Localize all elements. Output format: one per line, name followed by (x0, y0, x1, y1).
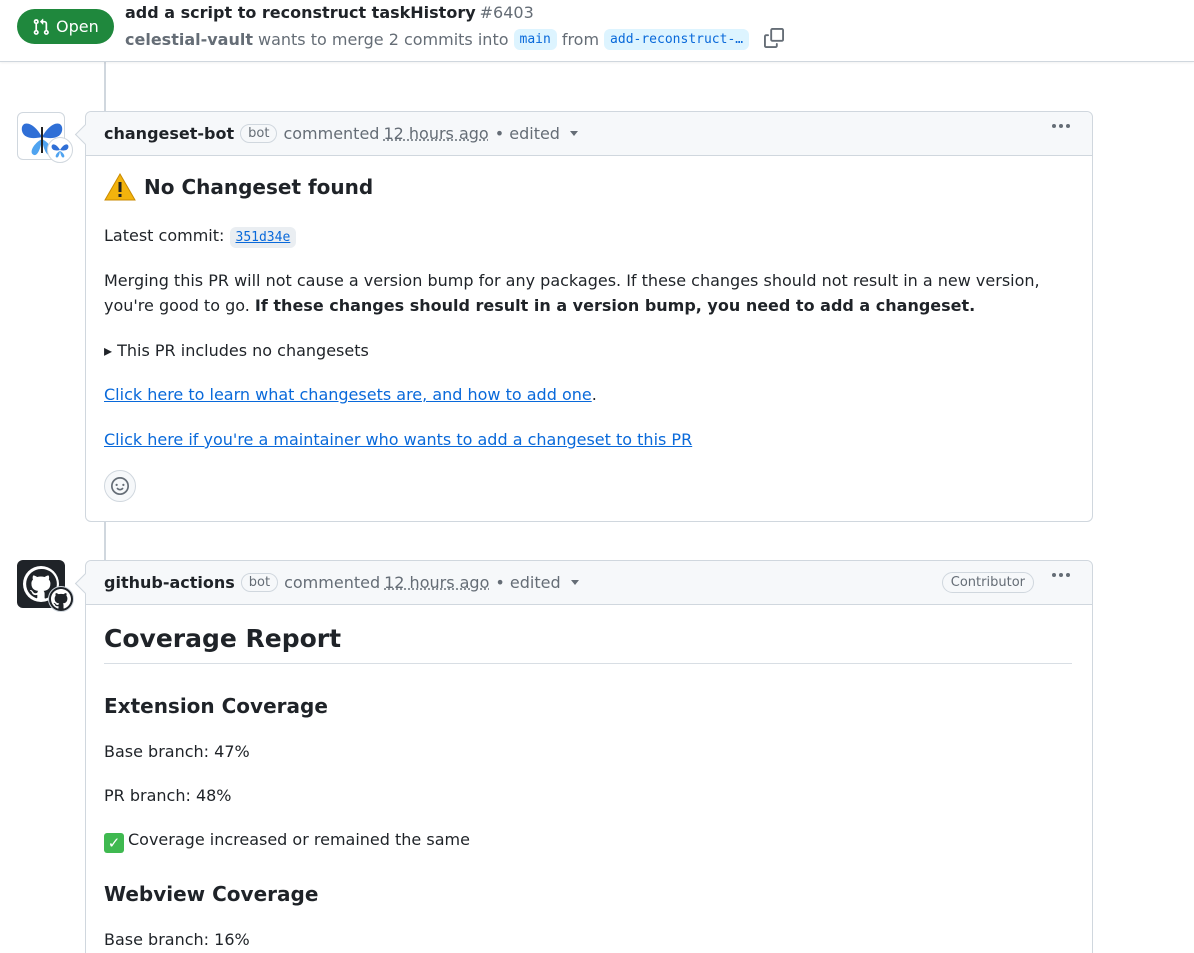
comment-action: commented (284, 573, 381, 592)
webview-base-branch: Base branch: 16% (104, 930, 250, 949)
maintainer-link-line: Click here if you're a maintainer who wa… (104, 427, 692, 452)
comment-changeset-bot: changeset-bot bot commented 12 hours ago… (85, 111, 1093, 522)
timeline-line (104, 521, 106, 561)
pr-number: #6403 (479, 3, 534, 22)
check-mark-icon: ✓ (104, 833, 124, 853)
pr-title: add a script to reconstruct taskHistory #… (125, 3, 534, 22)
comment-heading: No Changeset found (104, 172, 373, 202)
comment-header: github-actions bot commented 12 hours ag… (86, 561, 1092, 605)
latest-commit-label: Latest commit: (104, 226, 225, 245)
extension-status: ✓ Coverage increased or remained the same (104, 827, 470, 853)
avatar-github-actions[interactable] (17, 560, 74, 612)
pr-state-label: Open (56, 17, 99, 36)
comment-header: changeset-bot bot commented 12 hours ago… (86, 112, 1092, 156)
commit-sha-link[interactable]: 351d34e (229, 227, 297, 248)
bot-label: bot (240, 124, 278, 143)
comment-github-actions: github-actions bot commented 12 hours ag… (85, 560, 1093, 953)
pr-state-badge: Open (17, 9, 114, 44)
status-text: Coverage increased or remained the same (128, 830, 470, 849)
pr-title-text[interactable]: add a script to reconstruct taskHistory (125, 3, 476, 22)
learn-changesets-link[interactable]: Click here to learn what changesets are,… (104, 385, 592, 404)
avatar-badge (47, 137, 73, 163)
chevron-down-icon[interactable] (569, 131, 578, 136)
link-suffix: . (591, 385, 597, 404)
kebab-horizontal-icon[interactable] (1052, 124, 1070, 128)
merge-text: wants to merge 2 commits into (258, 29, 509, 49)
avatar-changeset-bot[interactable] (17, 112, 73, 163)
butterfly-icon (51, 144, 69, 158)
paragraph-bold-text: If these changes should result in a vers… (254, 296, 976, 315)
timeline-line (104, 62, 106, 112)
copy-branch-button[interactable] (764, 28, 786, 50)
details-toggle[interactable]: ▸ This PR includes no changesets (104, 338, 369, 363)
comment-author[interactable]: changeset-bot (104, 124, 234, 143)
base-branch[interactable]: main (513, 28, 557, 50)
contributor-badge: Contributor (941, 572, 1034, 593)
add-reaction-button[interactable] (104, 470, 136, 502)
extension-coverage-heading: Extension Coverage (104, 694, 328, 718)
pr-author-link[interactable]: celestial-vault (125, 30, 253, 49)
avatar-badge (48, 586, 74, 612)
extension-base-branch: Base branch: 47% (104, 742, 250, 761)
add-changeset-link[interactable]: Click here if you're a maintainer who wa… (104, 430, 692, 449)
latest-commit-line: Latest commit: 351d34e (104, 223, 297, 250)
extension-pr-branch: PR branch: 48% (104, 786, 232, 805)
comment-action: commented (283, 124, 380, 143)
pr-merge-info: celestial-vault wants to merge 2 commits… (125, 28, 786, 50)
kebab-horizontal-icon[interactable] (1052, 573, 1070, 577)
from-text: from (561, 29, 600, 49)
chevron-down-icon[interactable] (570, 580, 579, 585)
sticky-pr-header: Open add a script to reconstruct taskHis… (0, 0, 1194, 62)
copy-icon (764, 28, 785, 48)
comment-timestamp[interactable]: 12 hours ago (383, 124, 488, 143)
git-pull-request-icon (33, 18, 49, 35)
heading-text: No Changeset found (144, 175, 374, 199)
edited-menu[interactable]: • edited (495, 573, 560, 592)
learn-link-line: Click here to learn what changesets are,… (104, 382, 597, 407)
bot-label: bot (240, 573, 279, 592)
webview-coverage-heading: Webview Coverage (104, 882, 319, 906)
github-mark-icon (51, 589, 71, 609)
comment-author[interactable]: github-actions (104, 573, 235, 592)
report-title: Coverage Report (104, 624, 1072, 664)
comment-timestamp[interactable]: 12 hours ago (384, 573, 489, 592)
edited-menu[interactable]: • edited (495, 124, 560, 143)
warning-icon (104, 172, 136, 201)
head-branch[interactable]: add-reconstruct-… (604, 28, 750, 50)
smiley-icon (111, 477, 129, 495)
comment-paragraph: Merging this PR will not cause a version… (104, 268, 1064, 318)
